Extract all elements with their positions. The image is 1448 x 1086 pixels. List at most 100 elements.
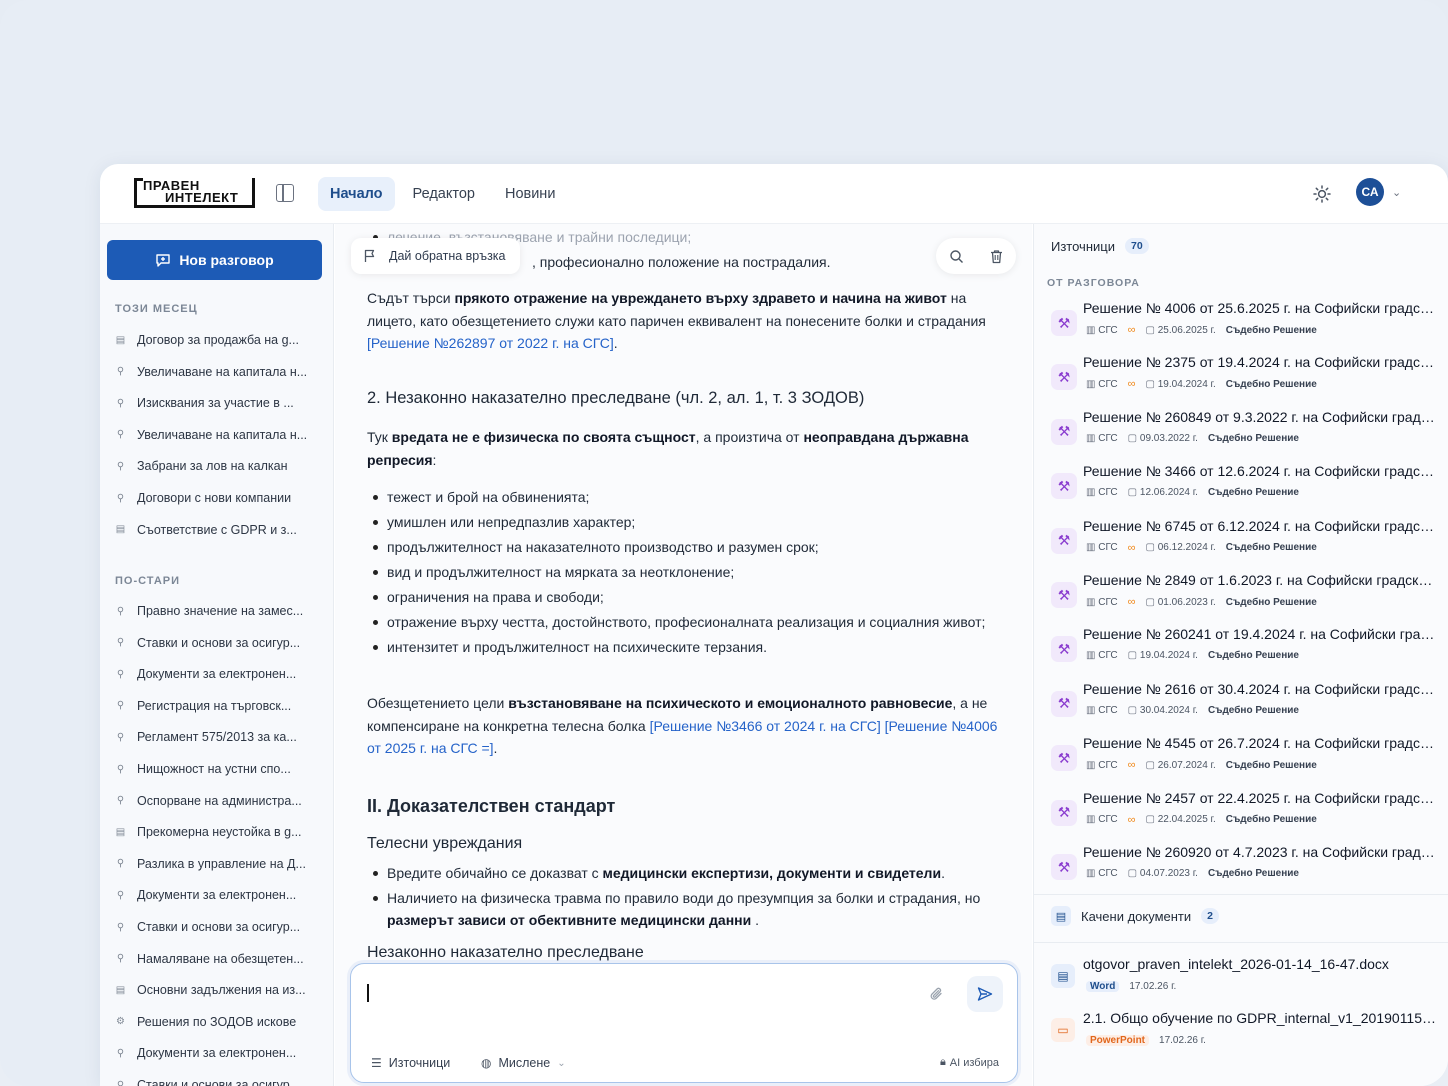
citation-link[interactable]: [Решение №262897 от 2022 г. на СГС] (367, 335, 614, 351)
source-item[interactable]: ⚒ Решение № 2457 от 22.4.2025 г. на Софий… (1034, 790, 1448, 844)
link-icon: ∞ (1127, 324, 1136, 336)
list-item: умишлен или непредпазлив характер; (367, 511, 1007, 534)
logo[interactable]: ПРАВЕН ИНТЕЛЕКТ (134, 178, 255, 208)
history-item[interactable]: ⚲ Разлика в управление на Д... (115, 857, 320, 871)
history-item[interactable]: ▤ Съответствие с GDPR и з... (115, 523, 320, 537)
history-item[interactable]: ⚲ Увеличаване на капитала н... (115, 428, 320, 442)
search-icon: ⚲ (116, 366, 125, 378)
trash-icon[interactable] (989, 249, 1004, 264)
nav-home[interactable]: Начало (318, 177, 395, 211)
type-label: Съдебно Решение (1207, 650, 1299, 662)
section-heading: 2. Незаконно наказателно преследване (чл… (367, 389, 865, 407)
list-item: ограничения на права и свободи; (367, 586, 1007, 609)
search-icon: ⚲ (116, 700, 125, 712)
source-item[interactable]: ⚒ Решение № 260920 от 4.7.2023 г. на Софи… (1034, 844, 1448, 898)
source-item[interactable]: ⚒ Решение № 2849 от 1.6.2023 г. на Софийс… (1034, 572, 1448, 626)
citation-link[interactable]: [Решение №3466 от 2024 г. на СГС] (650, 718, 881, 734)
history-item[interactable]: ⚲ Регистрация на търговск... (115, 699, 320, 713)
avatar[interactable]: СА (1356, 178, 1384, 206)
court-label: СГС (1086, 542, 1117, 553)
flag-icon (364, 249, 375, 262)
gavel-icon: ⚒ (1051, 690, 1077, 717)
document-icon: ▤ (115, 984, 126, 996)
type-label: Съдебно Решение (1225, 759, 1317, 771)
source-item[interactable]: ⚒ Решение № 6745 от 6.12.2024 г. на Софий… (1034, 518, 1448, 572)
document-icon: ▤ (115, 524, 126, 536)
history-item[interactable]: ⚲ Оспорване на администра... (115, 794, 320, 808)
source-meta: СГС ∞ 22.04.2025 г. Съдебно Решение (1086, 814, 1317, 826)
nav-news[interactable]: Новини (493, 177, 567, 211)
source-title: Решение № 2375 от 19.4.2024 г. на Софийс… (1083, 354, 1439, 371)
nav-editor[interactable]: Редактор (401, 177, 487, 211)
thinking-dropdown[interactable]: ◍ Мислене ⌄ (481, 1056, 566, 1070)
history-item[interactable]: ⚲ Намаляване на обезщетен... (115, 952, 320, 966)
gavel-icon: ⚒ (1051, 745, 1077, 772)
source-item[interactable]: ⚒ Решение № 2616 от 30.4.2024 г. на Софий… (1034, 681, 1448, 735)
date-label: 22.04.2025 г. (1146, 814, 1216, 825)
link-icon: ∞ (1127, 759, 1136, 772)
history-item[interactable]: ⚲ Ставки и основи за осигур... (115, 920, 320, 934)
history-item[interactable]: ⚙ Решения по ЗОДОВ искове (115, 1015, 320, 1029)
attached-document[interactable]: ▤ otgovor_praven_intelekt_2026-01-14_16-4… (1034, 956, 1448, 1006)
history-item[interactable]: ▤ Прекомерна неустойка в g... (115, 825, 320, 839)
feedback-button[interactable]: Дай обратна връзка (351, 238, 520, 274)
date-label: 04.07.2023 г. (1128, 868, 1198, 879)
history-item-label: Забрани за лов на калкан (137, 459, 288, 474)
history-item[interactable]: ⚲ Изисквания за участие в ... (115, 396, 320, 410)
sources-toggle[interactable]: ☰ Източници (371, 1056, 450, 1070)
file-type-tag: Word (1086, 981, 1120, 992)
history-item[interactable]: ▤ Договор за продажба на g... (115, 333, 320, 347)
source-item[interactable]: ⚒ Решение № 3466 от 12.6.2024 г. на Софий… (1034, 463, 1448, 517)
attached-document[interactable]: ▭ 2.1. Общо обучение по GDPR_internal_v1_… (1034, 1010, 1448, 1060)
ai-model-selector[interactable]: 🔒︎ AI избира (940, 1056, 999, 1069)
paperclip-icon[interactable] (929, 986, 945, 1002)
subsection-heading: Телесни увреждания (367, 835, 523, 852)
source-meta: СГС ∞ 26.07.2024 г. Съдебно Решение (1086, 759, 1317, 771)
court-label: СГС (1086, 379, 1117, 390)
sun-icon[interactable] (1312, 184, 1332, 204)
source-title: Решение № 3466 от 12.6.2024 г. на Софийс… (1083, 463, 1439, 480)
history-item[interactable]: ⚲ Правно значение на замес... (115, 604, 320, 618)
subsection-heading: Незаконно наказателно преследване (367, 944, 644, 961)
search-icon: ⚲ (116, 492, 125, 504)
history-item[interactable]: ⚲ Забрани за лов на калкан (115, 459, 320, 473)
history-item[interactable]: ⚲ Документи за електронен... (115, 888, 320, 902)
search-icon: ⚲ (116, 668, 125, 680)
new-chat-button[interactable]: Нов разговор (107, 240, 322, 280)
search-icon: ⚲ (116, 637, 125, 649)
send-button[interactable] (967, 976, 1003, 1012)
link-icon: ∞ (1127, 596, 1136, 608)
history-item[interactable]: ⚲ Нищожност на устни спо... (115, 762, 320, 776)
history-item[interactable]: ⚲ Документи за електронен... (115, 1046, 320, 1060)
conversation-sidebar: Нов разговор ТОЗИ МЕСЕЦ ПО-СТАРИ ▤ Догово… (100, 224, 334, 1086)
history-item[interactable]: ▤ Основни задължения на из... (115, 983, 320, 997)
message-composer[interactable]: ☰ Източници ◍ Мислене ⌄ 🔒︎ AI избира (350, 963, 1018, 1083)
search-icon[interactable] (949, 249, 964, 264)
attached-docs-header[interactable]: ▤ Качени документи 2 (1051, 906, 1219, 926)
history-item[interactable]: ⚲ Договори с нови компании (115, 491, 320, 505)
document-icon: ▤ (115, 826, 126, 838)
list-item: интензитет и продължителност на психичес… (367, 636, 1007, 659)
section-older: ПО-СТАРИ (115, 575, 181, 587)
source-item[interactable]: ⚒ Решение № 260241 от 19.4.2024 г. на Соф… (1034, 626, 1448, 680)
feedback-label: Дай обратна връзка (389, 249, 506, 263)
history-item-label: Регламент 575/2013 за ка... (137, 730, 297, 745)
list-item: продължителност на наказателното произво… (367, 536, 1007, 559)
history-item-label: Ставки и основи за осигур... (137, 1078, 301, 1086)
source-item[interactable]: ⚒ Решение № 4006 от 25.6.2025 г. на Софий… (1034, 300, 1448, 354)
history-item[interactable]: ⚲ Ставки и основи за осигур... (115, 1078, 320, 1086)
history-item[interactable]: ⚲ Регламент 575/2013 за ка... (115, 730, 320, 744)
history-item-label: Нищожност на устни спо... (137, 762, 291, 776)
sidebar-toggle-icon[interactable] (276, 184, 294, 202)
source-title: Решение № 6745 от 6.12.2024 г. на Софийс… (1083, 517, 1439, 534)
source-item[interactable]: ⚒ Решение № 2375 от 19.4.2024 г. на Софий… (1034, 354, 1448, 408)
source-item[interactable]: ⚒ Решение № 260849 от 9.3.2022 г. на Софи… (1034, 409, 1448, 463)
chevron-down-icon[interactable]: ⌄ (1392, 186, 1401, 199)
history-item[interactable]: ⚲ Документи за електронен... (115, 667, 320, 681)
history-item[interactable]: ⚲ Увеличаване на капитала н... (115, 365, 320, 379)
source-item[interactable]: ⚒ Решение № 4545 от 26.7.2024 г. на Софий… (1034, 735, 1448, 789)
history-item[interactable]: ⚲ Ставки и основи за осигур... (115, 636, 320, 650)
source-meta: СГС ∞ 01.06.2023 г. Съдебно Решение (1086, 596, 1317, 608)
bullet-list: тежест и брой на обвиненията; умишлен или… (367, 486, 1007, 661)
text-cursor (367, 984, 369, 1002)
